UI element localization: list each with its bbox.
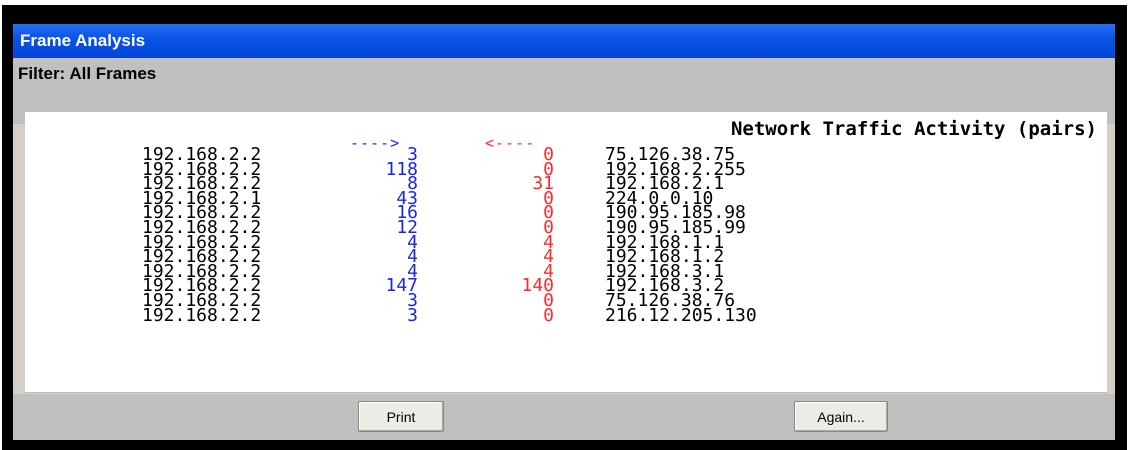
inbound-count: 0 (543, 304, 554, 326)
traffic-panel: Network Traffic Activity (pairs) ----> <… (25, 112, 1107, 393)
window-title: Frame Analysis (13, 24, 1115, 58)
frame-analysis-window: Frame Analysis Filter: All Frames Networ… (13, 24, 1115, 440)
print-button[interactable]: Print (358, 401, 444, 432)
traffic-row: 192.168.2.2 3 0 216.12.205.130 (25, 304, 1107, 326)
button-bar: Print Again... (13, 394, 1115, 440)
source-ip: 192.168.2.2 (142, 304, 262, 326)
traffic-title: Network Traffic Activity (pairs) (730, 118, 1097, 140)
outbound-count: 3 (407, 304, 418, 326)
destination-ip: 216.12.205.130 (605, 304, 757, 326)
again-button[interactable]: Again... (794, 401, 888, 432)
